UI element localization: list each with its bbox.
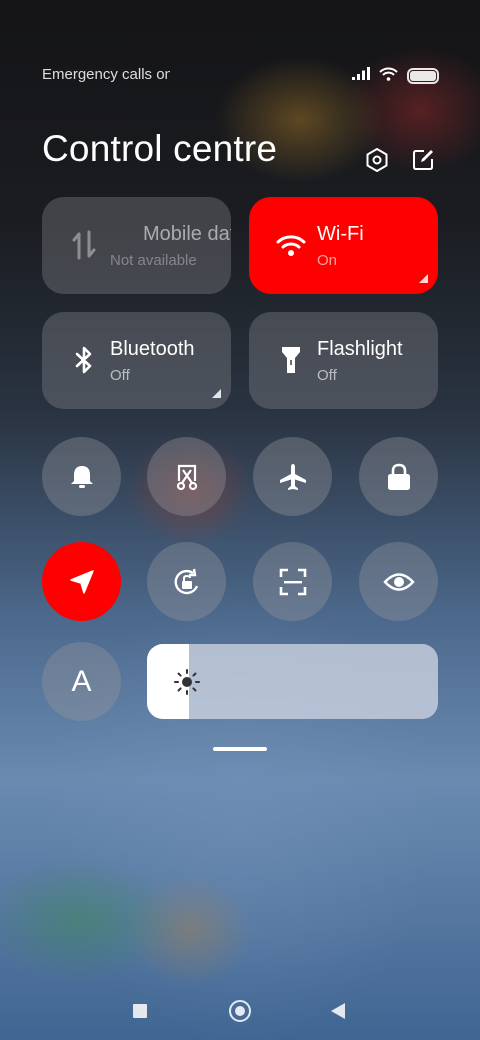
toggle-reading-mode[interactable] — [359, 542, 438, 621]
scissors-screenshot-icon — [176, 464, 197, 490]
bell-icon — [70, 465, 93, 488]
mobile-data-icon — [69, 228, 99, 262]
edit-button[interactable] — [408, 145, 438, 175]
page-title: Control centre — [42, 128, 278, 169]
toggle-scanner[interactable] — [253, 542, 332, 621]
drag-handle[interactable] — [213, 747, 267, 751]
tile-label: Bluetooth — [110, 338, 195, 360]
signal-icon — [352, 67, 370, 85]
back-triangle-icon[interactable] — [331, 1003, 345, 1019]
expand-corner-icon[interactable] — [419, 274, 428, 283]
lock-icon — [387, 463, 410, 490]
settings-button[interactable] — [362, 145, 392, 175]
tile-wifi[interactable]: Wi-Fi On — [249, 197, 438, 294]
wifi-icon — [276, 228, 306, 262]
toggle-location[interactable] — [42, 542, 121, 621]
rotation-lock-icon — [174, 568, 198, 594]
tile-status: Off — [317, 367, 337, 384]
status-bar: Emergency calls only — [0, 0, 480, 84]
toggle-airplane-mode[interactable] — [253, 437, 332, 516]
tile-status: Off — [110, 367, 130, 384]
tile-status: Not available — [110, 252, 197, 269]
tile-flashlight[interactable]: Flashlight Off — [249, 312, 438, 409]
tile-label: Flashlight — [317, 338, 403, 360]
toggle-auto-brightness[interactable]: A — [42, 642, 121, 721]
scan-icon — [279, 568, 306, 595]
eye-icon — [382, 572, 415, 591]
settings-hexagon-icon — [366, 148, 388, 172]
bluetooth-icon — [69, 343, 99, 377]
letter-a-icon: A — [71, 664, 92, 698]
location-arrow-icon — [69, 569, 94, 594]
carrier-status-text: Emergency calls only — [42, 66, 170, 83]
expand-corner-icon[interactable] — [212, 389, 221, 398]
tile-label: Mobile data — [143, 223, 231, 245]
edit-icon — [413, 150, 433, 170]
tile-bluetooth[interactable]: Bluetooth Off — [42, 312, 231, 409]
status-icons — [352, 66, 439, 86]
tile-label: Wi-Fi — [317, 223, 364, 245]
recents-square-icon[interactable] — [133, 1004, 147, 1018]
flashlight-icon — [276, 343, 306, 377]
toggle-sound[interactable] — [42, 437, 121, 516]
battery-icon — [407, 68, 439, 84]
wifi-icon — [379, 67, 398, 86]
toggle-lock-screen[interactable] — [359, 437, 438, 516]
airplane-icon — [279, 463, 306, 490]
toggle-screenshot[interactable] — [147, 437, 226, 516]
brightness-slider[interactable] — [147, 644, 438, 719]
tile-mobile-data[interactable]: Mobile data Not available — [42, 197, 231, 294]
toggle-auto-rotate[interactable] — [147, 542, 226, 621]
home-circle-icon[interactable] — [229, 1000, 251, 1022]
sun-icon — [174, 669, 200, 695]
tile-status: On — [317, 252, 338, 269]
